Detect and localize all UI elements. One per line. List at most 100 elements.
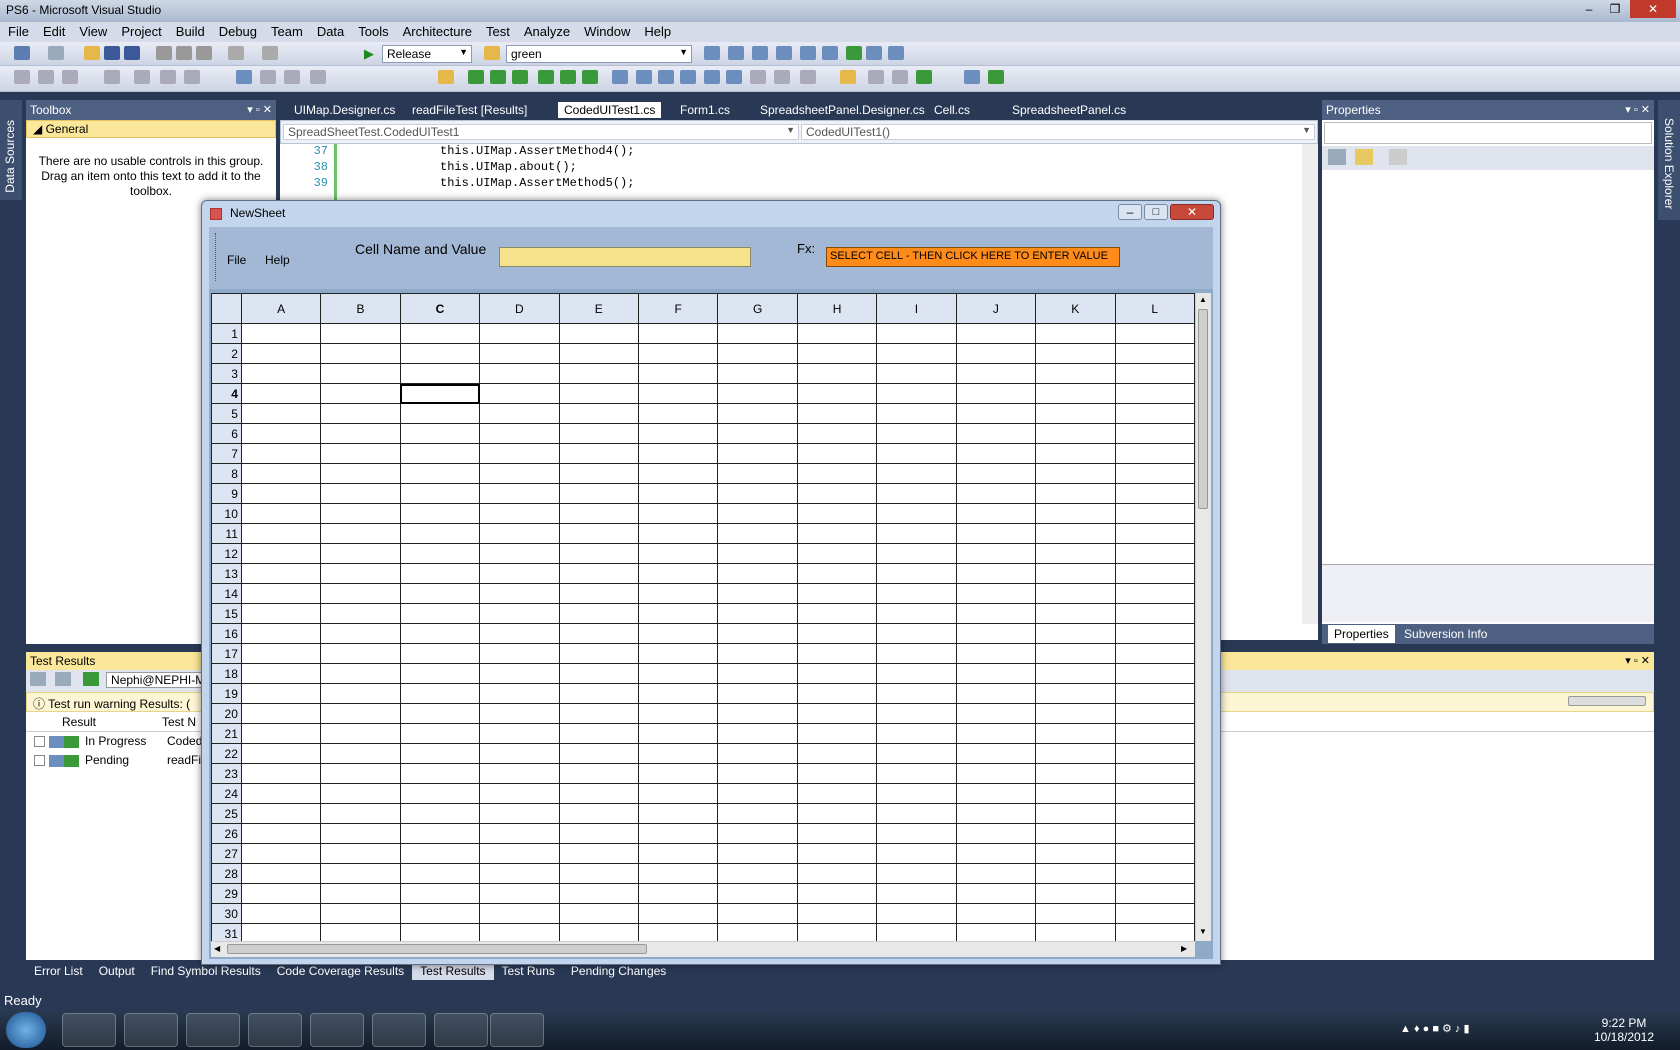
grid-cell[interactable] [717, 323, 798, 344]
grid-cell[interactable] [796, 883, 878, 904]
tab-readfiletest-results-[interactable]: readFileTest [Results] [406, 102, 533, 118]
step-out-icon[interactable] [512, 70, 528, 84]
grid-cell[interactable] [796, 843, 878, 864]
grid-cell[interactable] [876, 743, 957, 764]
clock[interactable]: 9:22 PM 10/18/2012 [1584, 1016, 1664, 1044]
categorized-icon[interactable] [1328, 149, 1346, 165]
grid-cell[interactable] [399, 583, 481, 604]
refresh-icon[interactable] [988, 70, 1004, 84]
grid-cell[interactable] [558, 923, 640, 941]
grid-cell[interactable] [955, 403, 1037, 424]
grid-cell[interactable] [320, 803, 401, 824]
grid-cell[interactable] [1114, 843, 1195, 864]
grid-cell[interactable] [558, 703, 640, 724]
grid-cell[interactable] [479, 523, 560, 544]
row-header[interactable]: 4 [211, 383, 242, 404]
grid-cell[interactable] [717, 623, 798, 644]
row-header[interactable]: 31 [211, 923, 242, 941]
grid-cell[interactable] [320, 343, 401, 364]
grid-cell[interactable] [558, 383, 640, 404]
grid-cell[interactable] [637, 643, 719, 664]
grid-cell[interactable] [876, 363, 957, 384]
grid-cell[interactable] [399, 783, 481, 804]
grid-cell[interactable] [399, 763, 481, 784]
cell-value-field[interactable] [499, 247, 751, 267]
grid-cell[interactable] [399, 743, 481, 764]
grid-cell[interactable] [796, 403, 878, 424]
grid-cell[interactable] [1035, 883, 1116, 904]
grid-cell[interactable] [796, 483, 878, 504]
grid-cell[interactable] [320, 703, 401, 724]
grid-cell[interactable] [399, 423, 481, 444]
row-header[interactable]: 13 [211, 563, 242, 584]
restore-button[interactable]: ❐ [1602, 0, 1628, 18]
grid-cell[interactable] [796, 363, 878, 384]
grid-cell[interactable] [1035, 543, 1116, 564]
toolbox-group-general[interactable]: ◢ General [26, 120, 276, 138]
grid-cell[interactable] [876, 663, 957, 684]
row-header[interactable]: 18 [211, 663, 242, 684]
row-header[interactable]: 17 [211, 643, 242, 664]
grid-cell[interactable] [240, 523, 322, 544]
editor-vscroll[interactable] [1302, 144, 1318, 624]
grid-cell[interactable] [399, 883, 481, 904]
grid-cell[interactable] [717, 883, 798, 904]
grid-cell[interactable] [1114, 483, 1195, 504]
grid-cell[interactable] [558, 463, 640, 484]
grid-cell[interactable] [955, 723, 1037, 744]
grid-cell[interactable] [1035, 583, 1116, 604]
grid-cell[interactable] [399, 723, 481, 744]
test-list-icon[interactable] [612, 70, 628, 84]
grid-cell[interactable] [1035, 343, 1116, 364]
test-list-icon-2[interactable] [636, 70, 652, 84]
grid-cell[interactable] [558, 783, 640, 804]
grid-cell[interactable] [558, 343, 640, 364]
align-rights-icon[interactable] [62, 70, 78, 84]
grid-cell[interactable] [558, 603, 640, 624]
member-dropdown[interactable]: CodedUITest1() ▼ [801, 124, 1315, 140]
grid-cell[interactable] [240, 563, 322, 584]
folder-taskbar-icon[interactable] [310, 1013, 364, 1047]
grid-cell[interactable] [796, 563, 878, 584]
grid-cell[interactable] [955, 883, 1037, 904]
grid-cell[interactable] [558, 743, 640, 764]
size-icon[interactable] [184, 70, 200, 84]
file-menu[interactable]: File [227, 253, 246, 267]
grid-cell[interactable] [955, 323, 1037, 344]
grid-cell[interactable] [479, 463, 560, 484]
grid-cell[interactable] [479, 443, 560, 464]
grid-cell[interactable] [717, 603, 798, 624]
grid-cell[interactable] [796, 703, 878, 724]
grid-cell[interactable] [1114, 643, 1195, 664]
grid-cell[interactable] [1114, 863, 1195, 884]
column-header[interactable]: J [955, 293, 1037, 324]
grid-cell[interactable] [637, 323, 719, 344]
solution-explorer-icon[interactable] [704, 46, 720, 60]
code-line[interactable]: 39 this.UIMap.AssertMethod5(); [280, 176, 1280, 192]
grid-cell[interactable] [796, 643, 878, 664]
test-view-icon[interactable] [846, 46, 862, 60]
grid-cell[interactable] [876, 683, 957, 704]
menu-analyze[interactable]: Analyze [516, 22, 576, 39]
grid-cell[interactable] [399, 443, 481, 464]
find-combo[interactable]: green ▼ [506, 45, 692, 63]
column-header[interactable]: B [320, 293, 401, 324]
grid-cell[interactable] [240, 903, 322, 924]
grid-cell[interactable] [479, 503, 560, 524]
grid-cell[interactable] [399, 563, 481, 584]
close-icon[interactable]: ▾ ▫ ✕ [247, 103, 272, 116]
grid-cell[interactable] [1114, 383, 1195, 404]
grid-cell[interactable] [796, 923, 878, 941]
grid-cell[interactable] [955, 483, 1037, 504]
column-header[interactable]: F [637, 293, 719, 324]
grid-cell[interactable] [955, 563, 1037, 584]
grid-cell[interactable] [955, 423, 1037, 444]
grid-cell[interactable] [558, 863, 640, 884]
grid-cell[interactable] [399, 703, 481, 724]
result-checkbox[interactable] [34, 755, 45, 767]
grid-cell[interactable] [479, 663, 560, 684]
grid-cell[interactable] [558, 543, 640, 564]
grid-cell[interactable] [240, 323, 322, 344]
configuration-select[interactable]: Release ▼ [382, 45, 472, 63]
grid-cell[interactable] [479, 843, 560, 864]
